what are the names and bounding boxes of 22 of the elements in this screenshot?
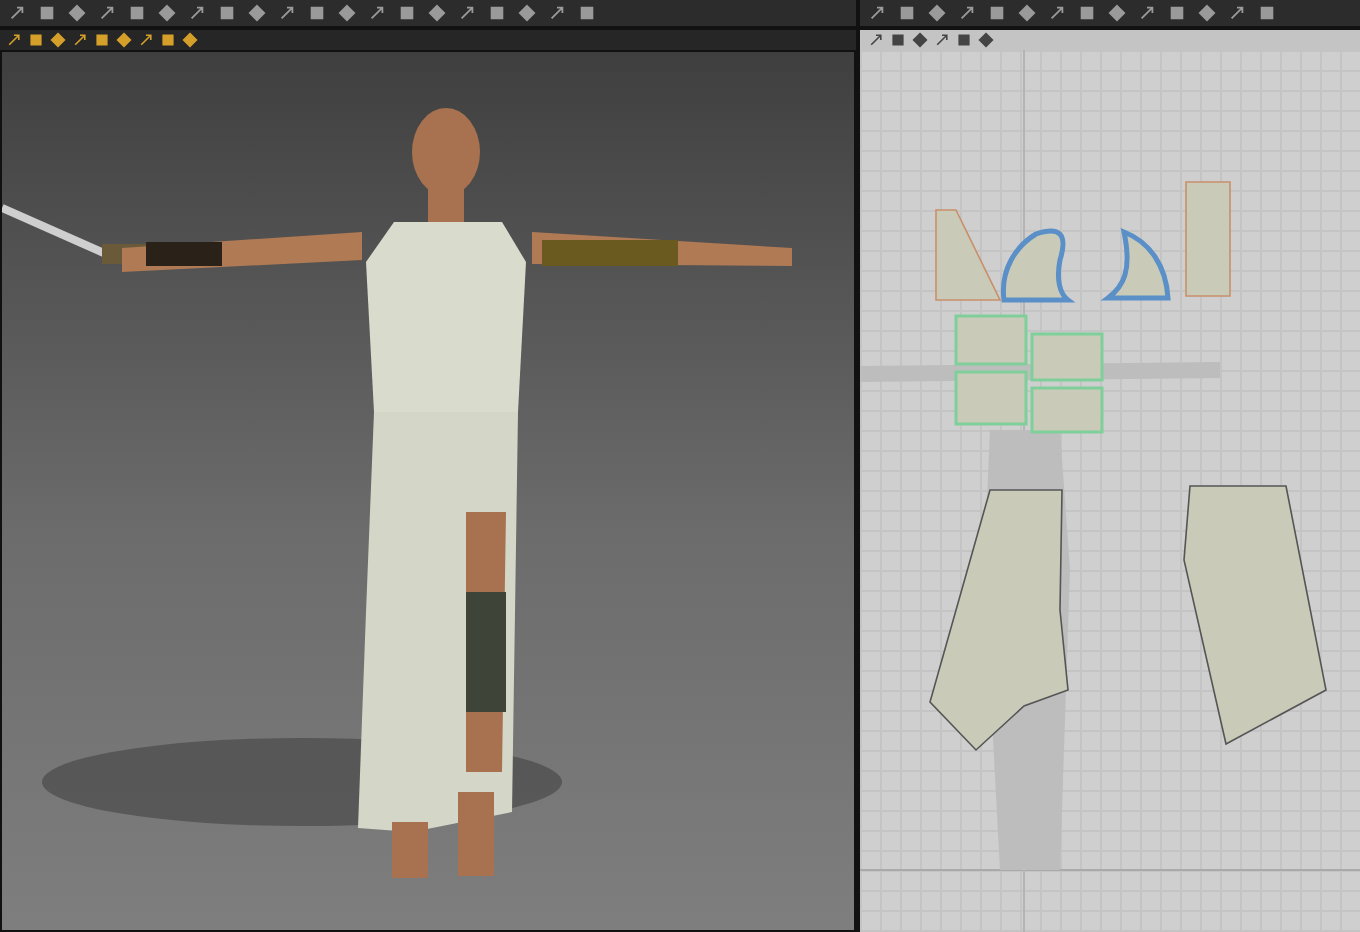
tool-icon[interactable]	[98, 4, 116, 22]
tool-icon[interactable]	[188, 4, 206, 22]
tool-icon[interactable]	[934, 32, 950, 48]
tool-icon[interactable]	[138, 32, 154, 48]
tool-icon[interactable]	[548, 4, 566, 22]
tool-icon[interactable]	[6, 32, 22, 48]
tool-icon[interactable]	[278, 4, 296, 22]
tool-icon[interactable]	[868, 32, 884, 48]
tool-icon[interactable]	[958, 4, 976, 22]
tool-icon[interactable]	[868, 4, 886, 22]
pattern-piece[interactable]	[929, 489, 1069, 752]
tool-icon[interactable]	[1048, 4, 1066, 22]
tool-icon[interactable]	[8, 4, 26, 22]
tool-icon[interactable]	[1138, 4, 1156, 22]
pattern-piece[interactable]	[1183, 485, 1327, 746]
tool-icon[interactable]	[458, 4, 476, 22]
tool-icon[interactable]	[1228, 4, 1246, 22]
3d-viewport[interactable]	[0, 50, 856, 932]
tool-icon[interactable]	[368, 4, 386, 22]
tool-icon[interactable]	[1258, 4, 1276, 22]
tool-icon[interactable]	[72, 32, 88, 48]
tool-icon[interactable]	[578, 4, 596, 22]
